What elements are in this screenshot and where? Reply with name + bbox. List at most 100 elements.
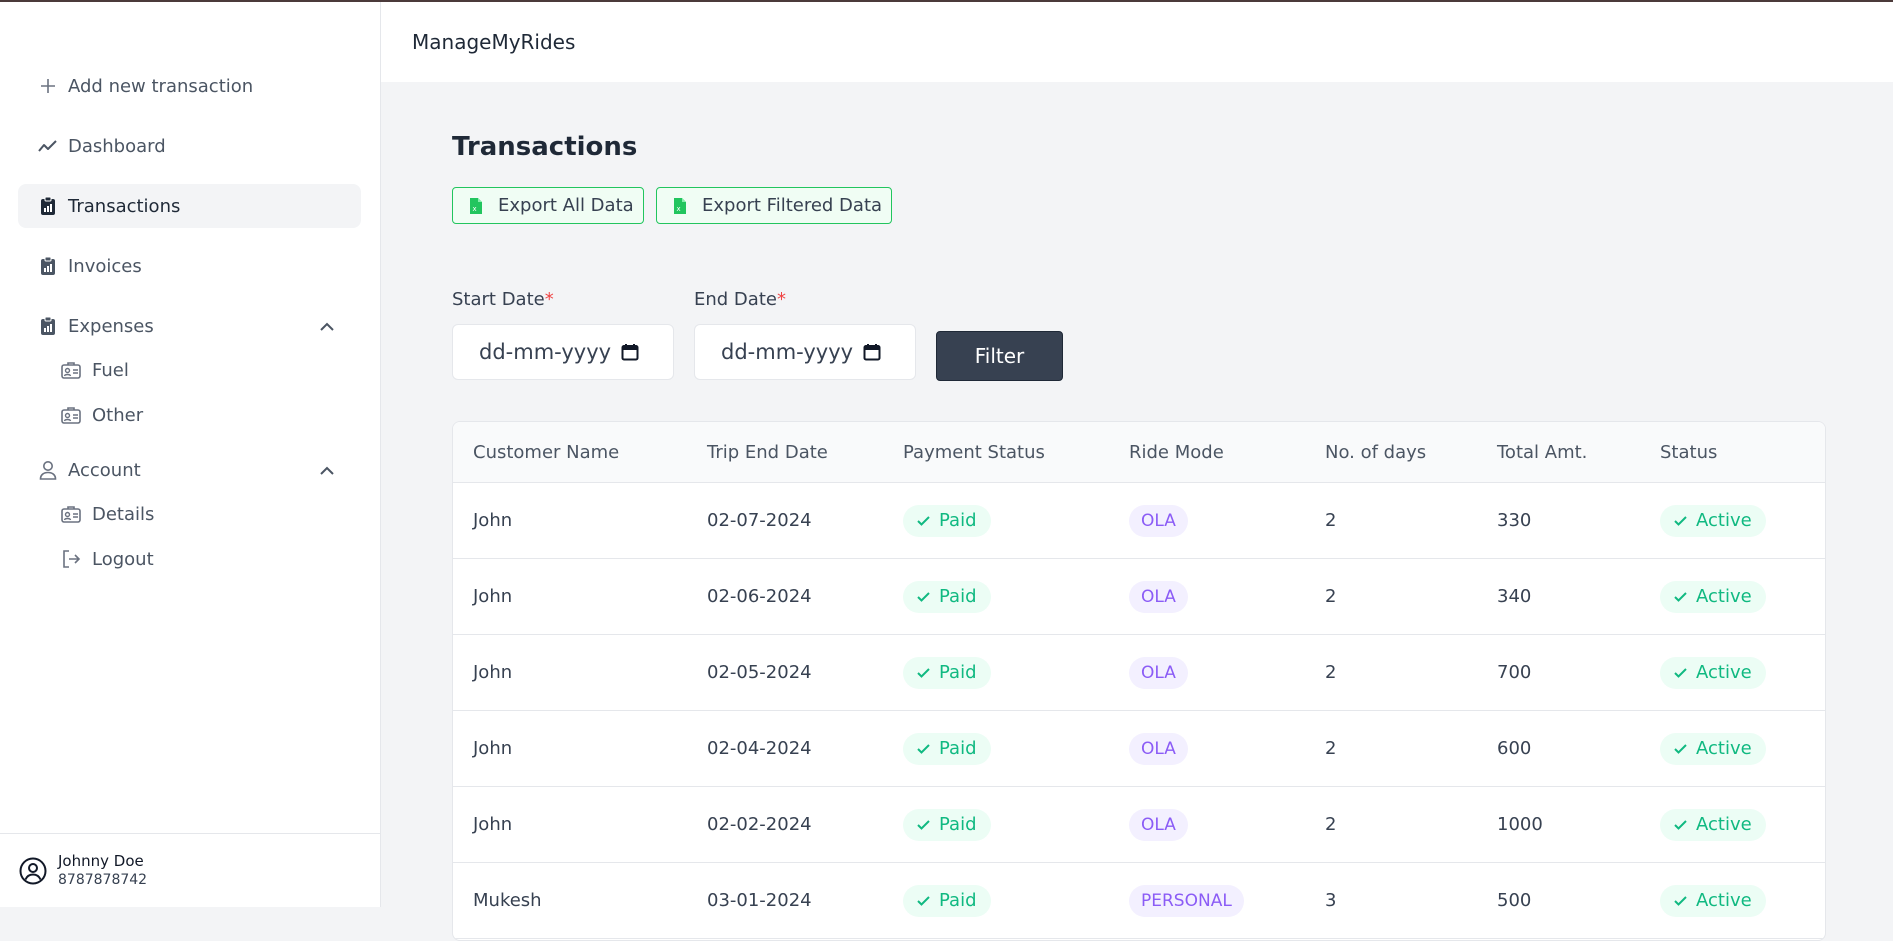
calendar-icon[interactable]: [621, 343, 639, 361]
sidebar-subitem-label: Other: [92, 404, 144, 426]
status-badge: Active: [1660, 732, 1766, 765]
column-header[interactable]: Trip End Date: [687, 442, 883, 463]
ride-mode-badge: OLA: [1129, 808, 1188, 841]
table-row[interactable]: John 02-05-2024 Paid OLA 2 700 Active: [453, 635, 1825, 711]
status-cell: Active: [1640, 808, 1825, 841]
sidebar-subitem-fuel[interactable]: Fuel: [18, 352, 361, 388]
ride-mode-cell: PERSONAL: [1109, 884, 1305, 917]
sidebar-nav: Add new transaction Dashboard Transactio…: [18, 64, 361, 586]
required-mark: *: [776, 289, 786, 310]
trip-end-date-cell: 02-07-2024: [707, 510, 812, 531]
status-badge: Active: [1660, 884, 1766, 917]
sidebar-item-dashboard[interactable]: Dashboard: [18, 124, 361, 168]
status-cell: Active: [1640, 732, 1825, 765]
table-row[interactable]: John 02-04-2024 Paid OLA 2 600 Active: [453, 711, 1825, 787]
sidebar-item-invoices[interactable]: Invoices: [18, 244, 361, 288]
svg-text:x: x: [473, 205, 477, 213]
start-date-label: Start Date*: [452, 289, 554, 310]
sidebar-subitem-details[interactable]: Details: [18, 496, 361, 532]
status-cell: Active: [1640, 580, 1825, 613]
sidebar-item-label: Account: [68, 459, 141, 481]
status-text: Active: [1696, 890, 1752, 911]
sidebar-subitem-label: Details: [92, 503, 155, 525]
days-cell: 2: [1325, 738, 1337, 759]
check-icon: [1674, 819, 1687, 830]
table-body: John 02-07-2024 Paid OLA 2 330 Active Jo…: [453, 483, 1825, 939]
check-icon: [917, 819, 930, 830]
sidebar-item-label: Dashboard: [68, 135, 166, 157]
payment-status-badge: Paid: [903, 580, 991, 613]
column-header[interactable]: Total Amt.: [1477, 442, 1640, 463]
date-placeholder: dd-mm-yyyy: [721, 340, 854, 364]
chevron-up-icon[interactable]: [317, 316, 337, 336]
transactions-table: Customer Name Trip End Date Payment Stat…: [452, 421, 1826, 941]
status-cell: Active: [1640, 656, 1825, 689]
days-cell: 2: [1325, 586, 1337, 607]
table-row[interactable]: John 02-06-2024 Paid OLA 2 340 Active: [453, 559, 1825, 635]
table-header: Customer Name Trip End Date Payment Stat…: [453, 422, 1825, 483]
ride-mode-cell: OLA: [1109, 808, 1305, 841]
column-header[interactable]: Customer Name: [453, 442, 687, 463]
svg-text:x: x: [677, 205, 681, 213]
table-row[interactable]: John 02-07-2024 Paid OLA 2 330 Active: [453, 483, 1825, 559]
status-cell: Active: [1640, 884, 1825, 917]
trip-end-date-cell: 02-04-2024: [707, 738, 812, 759]
id-card-icon: [60, 359, 82, 381]
ride-mode-badge: OLA: [1129, 580, 1188, 613]
payment-status-badge: Paid: [903, 732, 991, 765]
status-text: Active: [1696, 662, 1752, 683]
start-date-input[interactable]: dd-mm-yyyy: [452, 324, 674, 380]
sidebar-item-transactions[interactable]: Transactions: [18, 184, 361, 228]
calendar-icon[interactable]: [863, 343, 881, 361]
customer-name-cell: John: [473, 586, 513, 607]
ride-mode-badge: PERSONAL: [1129, 884, 1244, 917]
table-row[interactable]: John 02-02-2024 Paid OLA 2 1000 Active: [453, 787, 1825, 863]
sidebar-item-add-new-transaction[interactable]: Add new transaction: [18, 64, 361, 108]
customer-name-cell: John: [473, 510, 513, 531]
payment-status-text: Paid: [939, 586, 977, 607]
trip-end-date-cell: 02-06-2024: [707, 586, 812, 607]
chevron-up-icon[interactable]: [317, 460, 337, 480]
status-badge: Active: [1660, 504, 1766, 537]
table-row[interactable]: Mukesh 03-01-2024 Paid PERSONAL 3 500 Ac…: [453, 863, 1825, 939]
required-mark: *: [544, 289, 554, 310]
status-text: Active: [1696, 586, 1752, 607]
profile-name: Johnny Doe: [58, 851, 144, 870]
clipboard-icon: [38, 196, 58, 216]
column-header[interactable]: No. of days: [1305, 442, 1477, 463]
excel-file-icon: x: [469, 197, 485, 215]
page-title: Transactions: [452, 132, 638, 162]
end-date-input[interactable]: dd-mm-yyyy: [694, 324, 916, 380]
column-header[interactable]: Ride Mode: [1109, 442, 1305, 463]
app-brand[interactable]: ManageMyRides: [412, 30, 575, 54]
check-icon: [917, 743, 930, 754]
clipboard-icon: [38, 256, 58, 276]
end-date-label-text: End Date: [694, 289, 777, 310]
clipboard-icon: [38, 316, 58, 336]
payment-status-cell: Paid: [883, 732, 1109, 765]
payment-status-badge: Paid: [903, 504, 991, 537]
status-badge: Active: [1660, 656, 1766, 689]
export-filtered-button[interactable]: x Export Filtered Data: [656, 187, 893, 224]
sidebar-subitem-other[interactable]: Other: [18, 397, 361, 433]
customer-name-cell: John: [473, 738, 513, 759]
check-icon: [1674, 743, 1687, 754]
sidebar-item-expenses[interactable]: Expenses: [18, 304, 361, 348]
filter-button[interactable]: Filter: [936, 331, 1063, 381]
export-filtered-label: Export Filtered Data: [702, 195, 883, 216]
export-all-button[interactable]: x Export All Data: [452, 187, 644, 224]
column-header[interactable]: Status: [1640, 442, 1825, 463]
payment-status-text: Paid: [939, 814, 977, 835]
trip-end-date-cell: 03-01-2024: [707, 890, 812, 911]
ride-mode-cell: OLA: [1109, 580, 1305, 613]
ride-mode-cell: OLA: [1109, 732, 1305, 765]
days-cell: 2: [1325, 510, 1337, 531]
user-circle-icon: [18, 856, 48, 886]
check-icon: [1674, 515, 1687, 526]
user-profile[interactable]: Johnny Doe 8787878742: [0, 833, 380, 907]
column-header[interactable]: Payment Status: [883, 442, 1109, 463]
sidebar-subitem-logout[interactable]: Logout: [18, 541, 361, 577]
top-header: ManageMyRides: [381, 2, 1893, 82]
status-text: Active: [1696, 510, 1752, 531]
sidebar-item-account[interactable]: Account: [18, 448, 361, 492]
